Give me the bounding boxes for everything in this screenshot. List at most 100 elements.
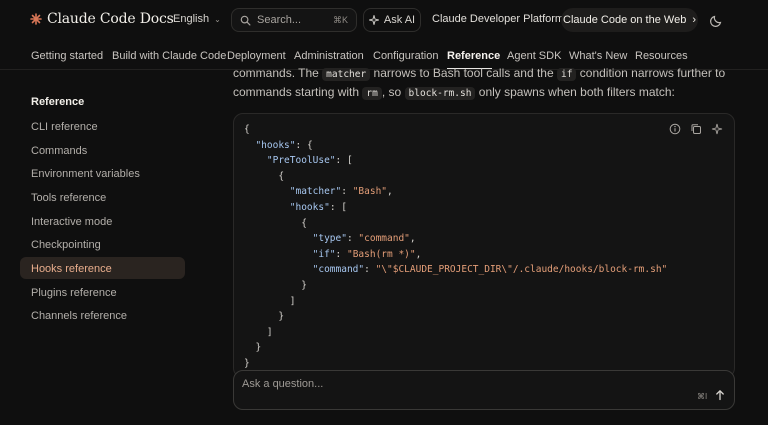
top-navbar: Claude Code Docs English ⌄ Search... ⌘K … <box>0 0 768 40</box>
code-punct: : [ <box>335 155 353 167</box>
ask-shortcut: ⌘I <box>697 392 708 401</box>
code-punct: : <box>335 248 347 260</box>
code-punct: { <box>278 170 285 182</box>
prose-text: , so <box>381 85 405 99</box>
code-line: } <box>244 358 250 369</box>
tab-agent-sdk[interactable]: Agent SDK <box>507 50 561 62</box>
code-key: "if" <box>312 248 336 260</box>
tab-resources[interactable]: Resources <box>635 50 688 62</box>
code-punct: { <box>301 217 307 229</box>
ask-question-input[interactable]: Ask a question... <box>242 378 323 390</box>
inline-code-rm: rm <box>362 87 382 100</box>
code-string: "command" <box>358 233 410 245</box>
code-line: { <box>244 171 284 182</box>
code-string: "Bash(rm *)" <box>346 248 416 260</box>
prose-text: commands starting with <box>233 85 363 99</box>
code-key: "hooks" <box>255 139 296 151</box>
ask-ai-button[interactable]: Ask AI <box>363 8 421 32</box>
code-line: ] <box>244 296 296 307</box>
language-label: English <box>173 13 210 25</box>
sidebar-item-commands[interactable]: Commands <box>31 145 87 157</box>
search-placeholder: Search... <box>257 14 302 26</box>
code-line: { <box>244 124 250 135</box>
ask-question-box[interactable] <box>233 370 735 410</box>
code-punct: : <box>341 186 353 198</box>
cta-label: Claude Code on the Web <box>563 14 687 26</box>
code-key: "PreToolUse" <box>266 155 336 167</box>
prose-text: commands. The <box>233 66 323 80</box>
sidebar-item-environment-variables[interactable]: Environment variables <box>31 168 140 180</box>
prose-text: narrows to Bash tool calls and the <box>370 66 557 80</box>
code-key: "matcher" <box>289 186 342 198</box>
code-punct: : <box>346 233 359 245</box>
code-line: "matcher": "Bash", <box>244 186 393 197</box>
code-line: "if": "Bash(rm *)", <box>244 248 422 260</box>
developer-platform-link[interactable]: Claude Developer Platform <box>432 13 564 25</box>
code-line: "hooks": { <box>244 139 313 151</box>
code-block-toolbar <box>669 123 723 135</box>
tab-getting-started[interactable]: Getting started <box>31 50 103 62</box>
code-line: ] <box>244 327 273 338</box>
code-line: "command": "\"$CLAUDE_PROJECT_DIR\"/.cla… <box>244 264 668 276</box>
copy-icon[interactable] <box>690 123 702 135</box>
tab-whats-new[interactable]: What's New <box>569 50 627 62</box>
prose-text: only spawns when both filters match: <box>475 85 675 99</box>
code-line: } <box>244 311 284 322</box>
language-selector[interactable]: English ⌄ <box>173 13 221 25</box>
search-icon <box>240 15 251 25</box>
tab-configuration[interactable]: Configuration <box>373 50 438 62</box>
code-line: } <box>244 280 307 291</box>
code-line: "type": "command", <box>244 233 416 244</box>
inline-code-block-rm: block-rm.sh <box>404 87 476 100</box>
search-shortcut: ⌘K <box>332 14 348 25</box>
sidebar-item-cli-reference[interactable]: CLI reference <box>31 121 98 133</box>
brand-name: Claude Code Docs <box>47 11 174 27</box>
code-line: "PreToolUse": [ <box>244 155 353 166</box>
prose-line-2: commands starting with rm, so block-rm.s… <box>233 85 675 100</box>
code-punct: : <box>364 264 376 276</box>
tab-deployment[interactable]: Deployment <box>227 50 286 62</box>
code-punct: } <box>255 342 262 354</box>
code-key: "command" <box>312 264 365 276</box>
claude-starburst-icon <box>30 13 42 25</box>
code-punct: } <box>278 311 285 323</box>
code-punct: ] <box>266 326 273 338</box>
moon-icon[interactable] <box>709 12 725 28</box>
sidebar-heading: Reference <box>31 96 85 108</box>
code-string: "\"$CLAUDE_PROJECT_DIR\"/.claude/hooks/b… <box>375 264 668 276</box>
code-line: { <box>244 218 307 229</box>
code-block <box>233 113 735 378</box>
sidebar-item-hooks-reference[interactable]: Hooks reference <box>31 263 112 275</box>
inline-code-if: if <box>556 68 577 81</box>
code-punct: , <box>387 186 393 198</box>
tab-administration[interactable]: Administration <box>294 50 364 62</box>
search-box[interactable]: Search... ⌘K <box>231 8 357 32</box>
inline-code-matcher: matcher <box>322 68 371 81</box>
chevron-down-icon: ⌄ <box>214 14 221 24</box>
code-punct: } <box>301 280 307 291</box>
tab-build-with-claude-code[interactable]: Build with Claude Code <box>112 50 226 62</box>
code-punct: ] <box>289 295 296 307</box>
sidebar-item-channels-reference[interactable]: Channels reference <box>31 310 127 322</box>
brand-logo[interactable]: Claude Code Docs <box>30 11 174 27</box>
sidebar-item-checkpointing[interactable]: Checkpointing <box>31 239 101 251</box>
info-icon[interactable] <box>669 123 681 135</box>
sidebar-item-plugins-reference[interactable]: Plugins reference <box>31 287 117 299</box>
arrow-up-icon[interactable] <box>713 388 727 402</box>
code-punct: , <box>415 248 422 260</box>
chevron-right-icon: › <box>692 14 696 26</box>
sidebar-item-tools-reference[interactable]: Tools reference <box>31 192 106 204</box>
code-punct: : { <box>295 139 313 151</box>
code-key: "type" <box>312 233 347 245</box>
code-punct: , <box>409 233 416 245</box>
sidebar-item-interactive-mode[interactable]: Interactive mode <box>31 216 112 228</box>
code-line: "hooks": [ <box>244 202 347 213</box>
sparkle-icon[interactable] <box>711 123 723 135</box>
code-punct: : [ <box>329 202 347 213</box>
tab-reference[interactable]: Reference <box>447 50 500 62</box>
claude-code-web-button[interactable]: Claude Code on the Web › <box>561 8 698 32</box>
code-punct: } <box>244 358 250 369</box>
code-string: "Bash" <box>352 186 388 198</box>
sparkle-icon <box>368 15 379 25</box>
ask-ai-label: Ask AI <box>383 14 416 26</box>
